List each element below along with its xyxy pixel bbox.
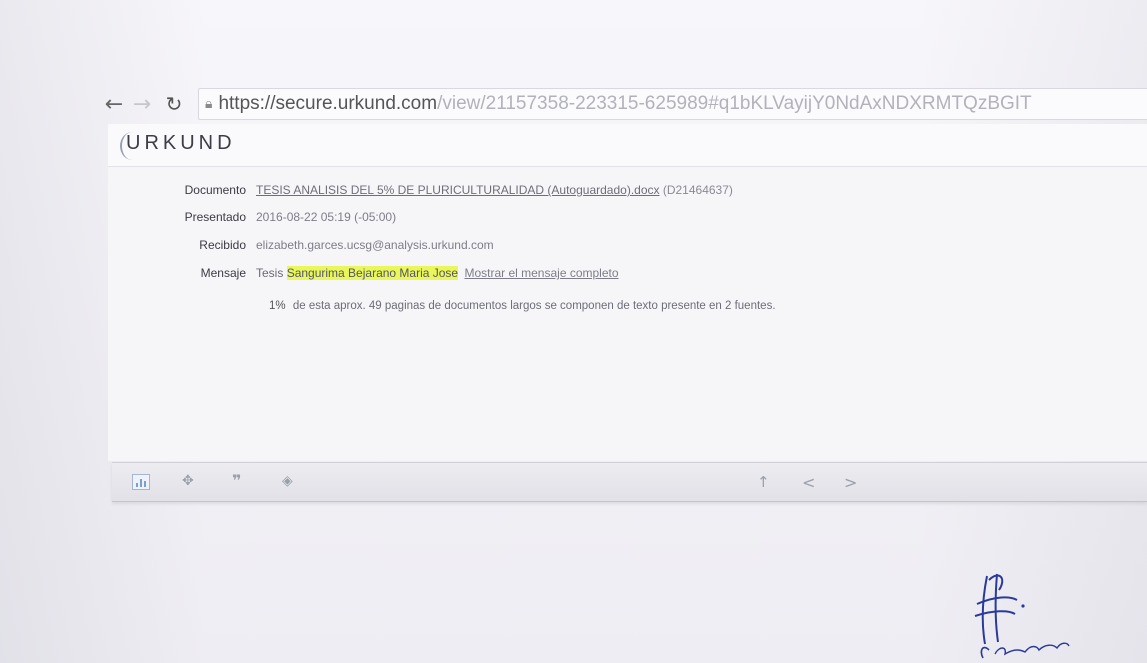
urkund-logo: URKUND xyxy=(126,132,236,154)
bottom-toolbar: ✥ ❞ ◈ ↑ < > xyxy=(112,462,1147,502)
recibido-value: elizabeth.garces.ucsg@analysis.urkund.co… xyxy=(256,238,494,252)
url-path: /view/21157358-223315-625989#q1bKLVayijY… xyxy=(437,93,1032,114)
url-input[interactable]: 🔒︎ https://secure.urkund.com/view/211573… xyxy=(198,88,1147,120)
url-host: https://secure.urkund.com xyxy=(218,93,438,114)
document-link[interactable]: TESIS ANALISIS DEL 5% DE PLURICULTURALID… xyxy=(256,183,660,197)
documento-value: TESIS ANALISIS DEL 5% DE PLURICULTURALID… xyxy=(256,183,733,197)
chart-icon[interactable] xyxy=(132,474,150,490)
lock-icon: 🔒︎ xyxy=(205,96,213,112)
mensaje-label: Mensaje xyxy=(200,266,246,280)
chevron-right-icon[interactable]: > xyxy=(844,473,857,492)
summary-text: de esta aprox. 49 paginas de documentos … xyxy=(292,300,776,312)
mensaje-prefix: Tesis xyxy=(256,266,284,280)
documento-label: Documento xyxy=(184,183,246,197)
back-arrow-icon[interactable]: ← xyxy=(100,92,128,117)
documento-row: Documento TESIS ANALISIS DEL 5% DE PLURI… xyxy=(108,183,1108,205)
presentado-value: 2016-08-22 05:19 (-05:00) xyxy=(256,210,397,224)
mensaje-value: Tesis Sangurima Bejarano Maria Jose Most… xyxy=(256,266,619,280)
similarity-summary: 1% de esta aprox. 49 paginas de document… xyxy=(269,300,776,312)
reload-icon[interactable]: ↻ xyxy=(160,92,188,116)
browser-address-bar: ← → ↻ 🔒︎ https://secure.urkund.com/view/… xyxy=(100,84,1147,124)
handwritten-signature xyxy=(974,573,1070,659)
recibido-label: Recibido xyxy=(199,238,246,252)
presentado-label: Presentado xyxy=(184,210,246,224)
app-header: URKUND xyxy=(108,124,1147,167)
chevron-left-icon[interactable]: < xyxy=(802,473,815,492)
arrow-up-icon[interactable]: ↑ xyxy=(757,473,770,491)
document-id: (D21464637) xyxy=(662,183,733,197)
recibido-row: Recibido elizabeth.garces.ucsg@analysis.… xyxy=(108,238,1108,260)
quote-icon[interactable]: ❞ xyxy=(232,471,241,490)
forward-arrow-icon[interactable]: → xyxy=(128,92,156,117)
mensaje-row: Mensaje Tesis Sangurima Bejarano Maria J… xyxy=(108,266,1108,288)
presentado-row: Presentado 2016-08-22 05:19 (-05:00) xyxy=(108,210,1108,232)
similarity-percent: 1% xyxy=(269,300,286,312)
show-full-message-link[interactable]: Mostrar el mensaje completo xyxy=(464,266,618,280)
document-details: Documento TESIS ANALISIS DEL 5% DE PLURI… xyxy=(108,167,1147,461)
move-icon[interactable]: ✥ xyxy=(182,473,194,489)
highlighted-name: Sangurima Bejarano Maria Jose xyxy=(286,266,459,280)
tag-icon[interactable]: ◈ xyxy=(282,473,293,489)
